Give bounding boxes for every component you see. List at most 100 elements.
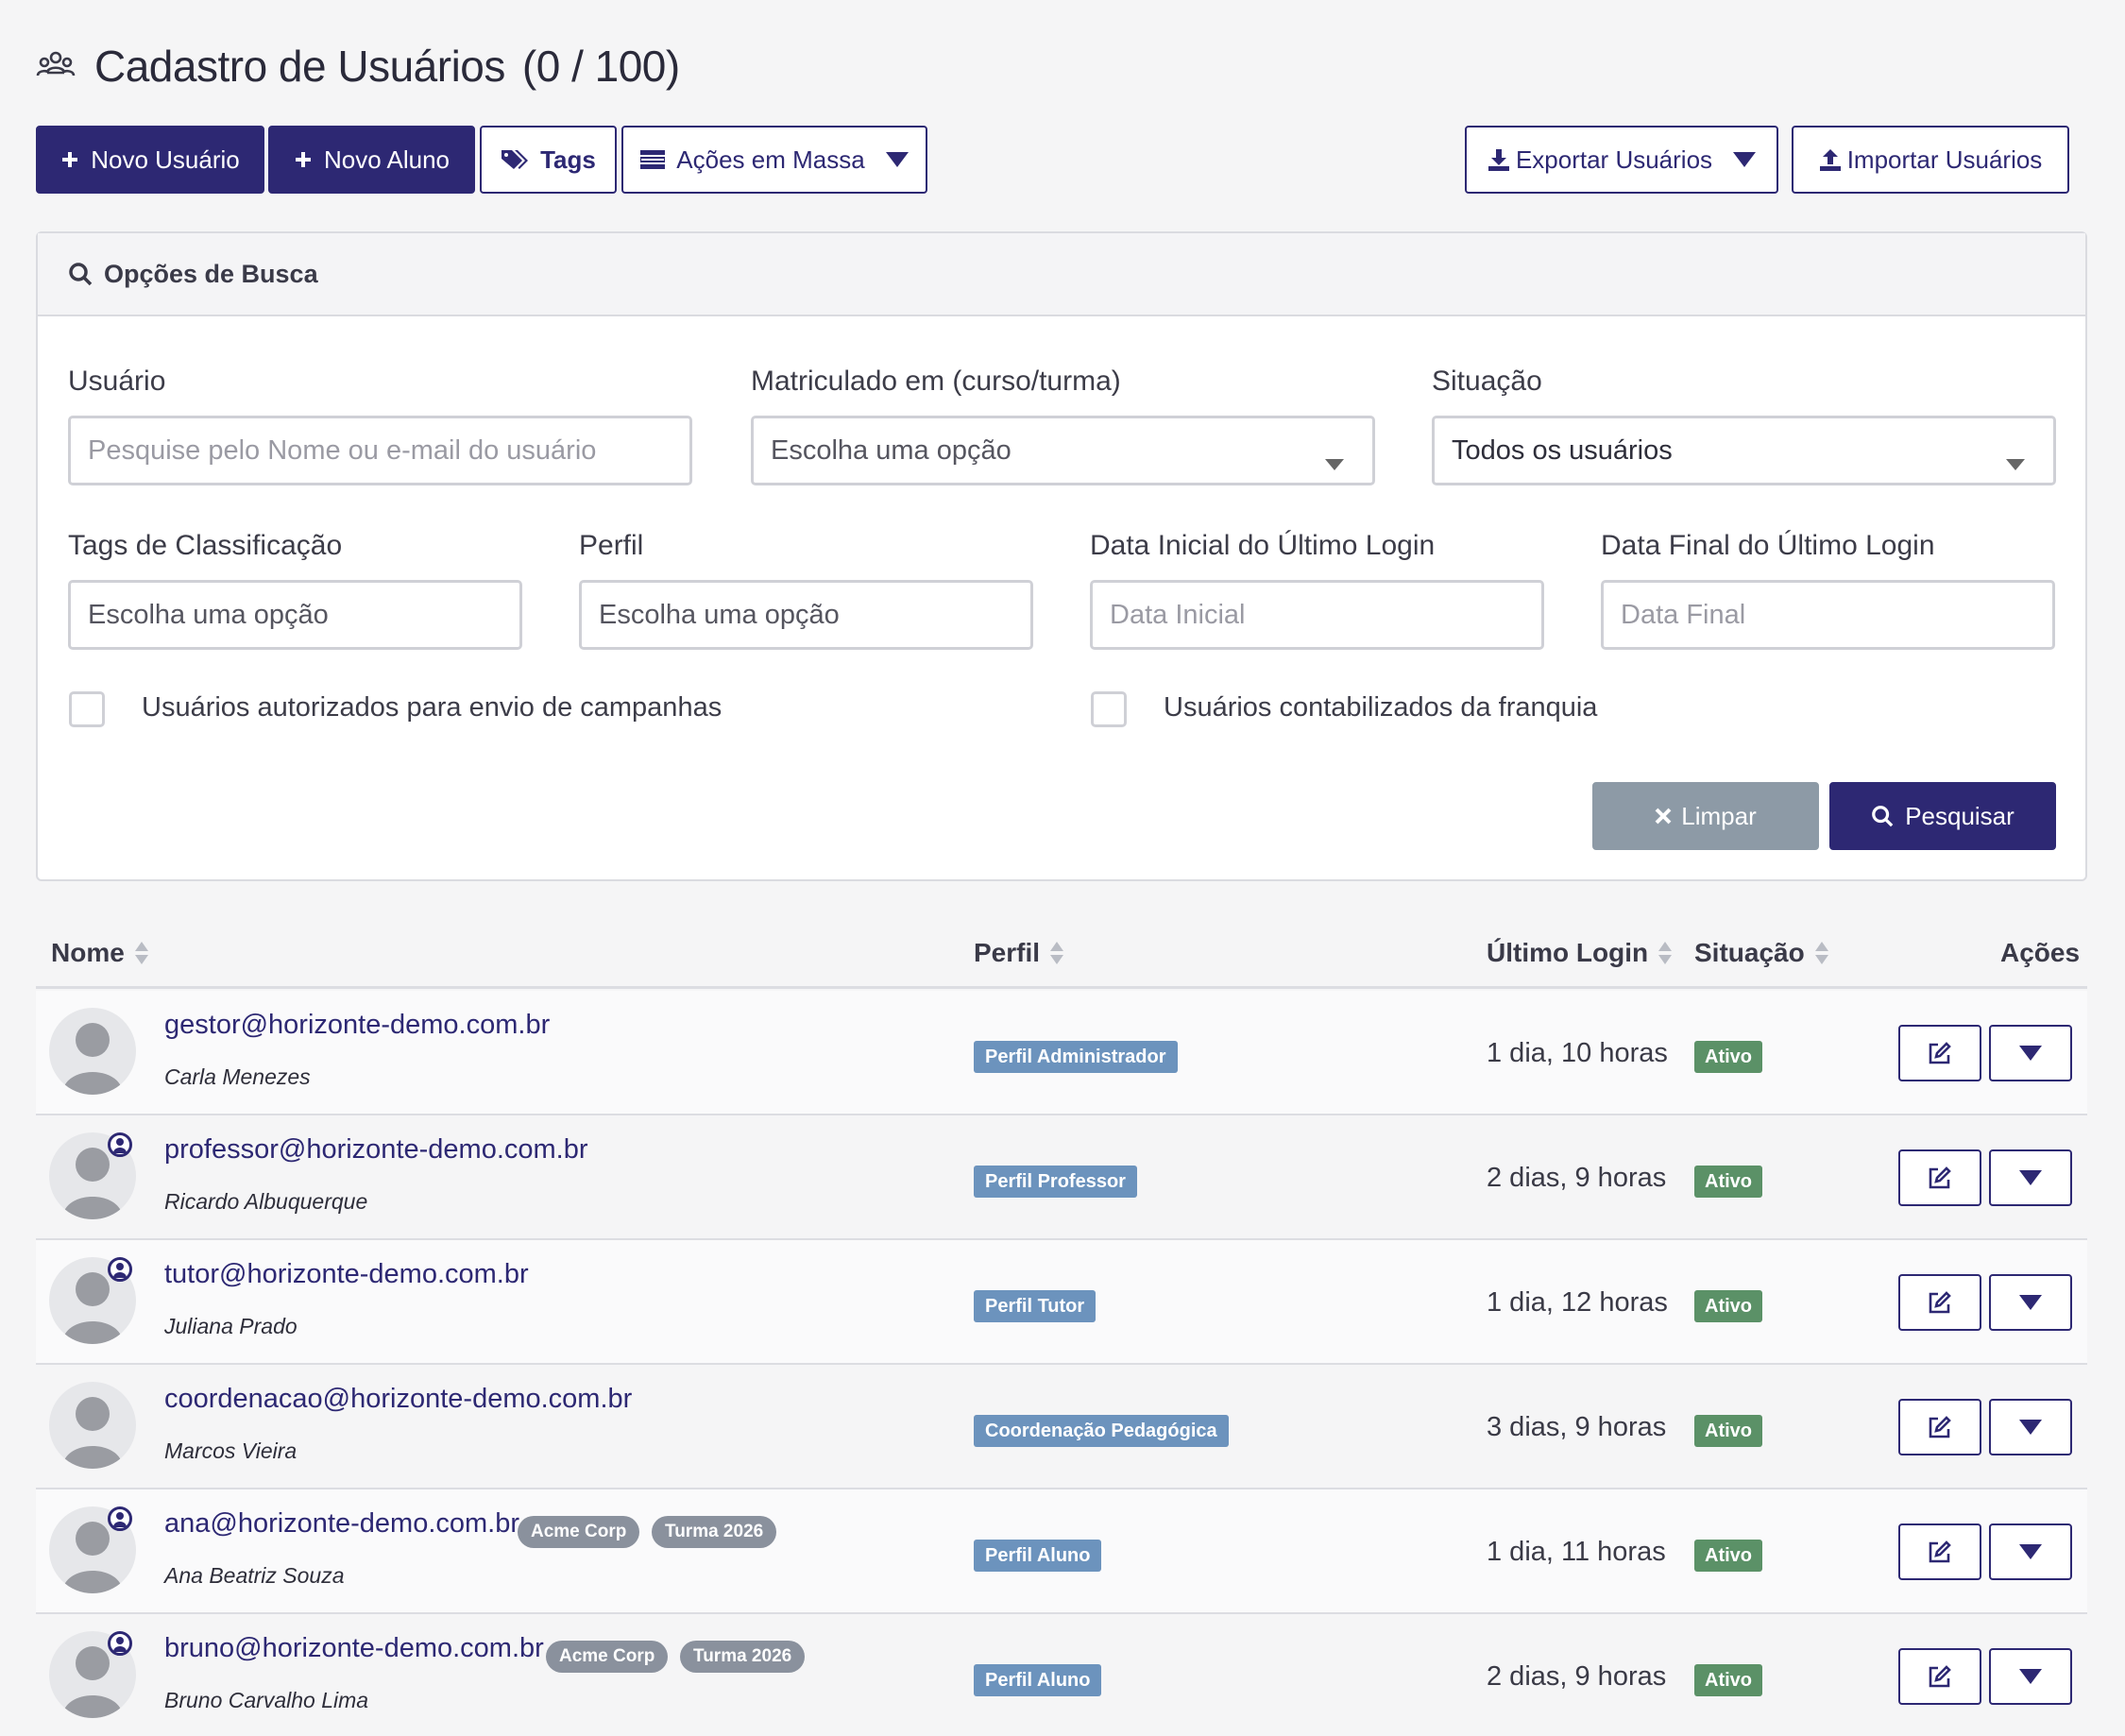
- user-email-link[interactable]: tutor@horizonte-demo.com.br: [164, 1259, 529, 1290]
- caret-down-icon: [885, 152, 909, 167]
- edit-icon: [1929, 1540, 1951, 1563]
- user-email-link[interactable]: coordenacao@horizonte-demo.com.br: [164, 1384, 632, 1415]
- new-student-button[interactable]: Novo Aluno: [268, 126, 475, 194]
- status-badge: Ativo: [1694, 1041, 1762, 1073]
- user-full-name: Carla Menezes: [164, 1064, 311, 1089]
- edit-button[interactable]: [1898, 1523, 1981, 1580]
- edit-icon: [1929, 1416, 1951, 1438]
- start-date-input[interactable]: Data Inicial: [1090, 580, 1544, 650]
- row-actions-dropdown[interactable]: [1989, 1648, 2072, 1705]
- search-panel: Opções de Busca Usuário Pesquise pelo No…: [36, 231, 2087, 881]
- sort-icon: [1049, 941, 1064, 965]
- last-login: 1 dia, 12 horas: [1487, 1287, 1668, 1318]
- caret-down-icon: [1325, 447, 1344, 478]
- search-label: Pesquisar: [1905, 801, 2014, 830]
- column-profile-label: Perfil: [974, 938, 1041, 967]
- import-users-button[interactable]: Importar Usuários: [1792, 126, 2069, 194]
- search-panel-title: Opções de Busca: [104, 259, 318, 288]
- table-row: ana@horizonte-demo.com.br Ana Beatriz Sou…: [36, 1489, 2087, 1614]
- caret-down-icon: [2019, 1544, 2042, 1559]
- user-email-link[interactable]: bruno@horizonte-demo.com.br: [164, 1633, 544, 1664]
- user-email-link[interactable]: professor@horizonte-demo.com.br: [164, 1134, 588, 1166]
- franchise-checkbox[interactable]: [1091, 691, 1127, 727]
- page-header: Cadastro de Usuários (0 / 100): [36, 38, 680, 94]
- new-student-label: Novo Aluno: [324, 145, 450, 174]
- status-select[interactable]: Todos os usuários: [1432, 416, 2056, 485]
- column-status-label: Situação: [1694, 938, 1805, 967]
- column-status[interactable]: Situação: [1694, 938, 1829, 968]
- clear-button[interactable]: Limpar: [1592, 782, 1819, 850]
- table-row: tutor@horizonte-demo.com.br Juliana Prado…: [36, 1240, 2087, 1365]
- bulk-actions-label: Ações em Massa: [676, 145, 865, 174]
- caret-down-icon: [2019, 1046, 2042, 1061]
- edit-button[interactable]: [1898, 1648, 1981, 1705]
- start-date-label: Data Inicial do Último Login: [1090, 530, 1436, 561]
- tags-button[interactable]: Tags: [480, 126, 617, 194]
- edit-button[interactable]: [1898, 1025, 1981, 1081]
- close-icon: [1655, 808, 1672, 825]
- campaign-checkbox-label: Usuários autorizados para envio de campa…: [142, 692, 722, 723]
- user-email-link[interactable]: gestor@horizonte-demo.com.br: [164, 1010, 550, 1041]
- search-panel-header: Opções de Busca: [38, 233, 2085, 316]
- tags-icon: [501, 148, 529, 171]
- franchise-checkbox-label: Usuários contabilizados da franquia: [1164, 692, 1598, 723]
- status-badge: Ativo: [1694, 1166, 1762, 1198]
- user-search-input[interactable]: Pesquise pelo Nome ou e-mail do usuário: [68, 416, 692, 485]
- row-actions-dropdown[interactable]: [1989, 1523, 2072, 1580]
- row-actions-dropdown[interactable]: [1989, 1025, 2072, 1081]
- status-select-value: Todos os usuários: [1452, 434, 1673, 466]
- user-badge-icon: [108, 1257, 132, 1282]
- row-actions-dropdown[interactable]: [1989, 1274, 2072, 1331]
- user-badge-icon: [108, 1631, 132, 1656]
- user-tag: Turma 2026: [680, 1641, 806, 1673]
- last-login: 1 dia, 10 horas: [1487, 1038, 1668, 1068]
- enrolled-select[interactable]: Escolha uma opção: [751, 416, 1375, 485]
- end-date-label: Data Final do Último Login: [1601, 530, 1935, 561]
- enrolled-select-value: Escolha uma opção: [771, 434, 1012, 466]
- user-tag: Acme Corp: [518, 1516, 640, 1548]
- plus-icon: [294, 150, 313, 169]
- last-login: 2 dias, 9 horas: [1487, 1163, 1667, 1193]
- toolbar: Novo Usuário Novo Aluno Tags Ações em Ma…: [36, 126, 2087, 194]
- user-field-label: Usuário: [68, 366, 166, 397]
- user-full-name: Marcos Vieira: [164, 1438, 298, 1463]
- status-field-label: Situação: [1432, 366, 1542, 397]
- export-users-dropdown[interactable]: Exportar Usuários: [1465, 126, 1778, 194]
- edit-button[interactable]: [1898, 1274, 1981, 1331]
- profile-select[interactable]: Escolha uma opção: [579, 580, 1033, 650]
- edit-icon: [1929, 1042, 1951, 1064]
- user-badge-icon: [108, 1132, 132, 1157]
- user-tag: Turma 2026: [652, 1516, 777, 1548]
- tags-select[interactable]: Escolha uma opção: [68, 580, 522, 650]
- profile-badge: Perfil Tutor: [974, 1290, 1096, 1322]
- user-email-link[interactable]: ana@horizonte-demo.com.br: [164, 1508, 519, 1540]
- bulk-actions-dropdown[interactable]: Ações em Massa: [621, 126, 927, 194]
- table-row: gestor@horizonte-demo.com.br Carla Meneze…: [36, 991, 2087, 1115]
- profile-badge: Perfil Professor: [974, 1166, 1137, 1198]
- upload-icon: [1819, 148, 1842, 171]
- user-full-name: Ricardo Albuquerque: [164, 1189, 368, 1214]
- list-icon: [640, 149, 666, 170]
- new-user-button[interactable]: Novo Usuário: [36, 126, 264, 194]
- edit-button[interactable]: [1898, 1149, 1981, 1206]
- column-profile[interactable]: Perfil: [974, 938, 1064, 968]
- tags-field-label: Tags de Classificação: [68, 530, 343, 561]
- user-full-name: Ana Beatriz Souza: [164, 1563, 345, 1588]
- search-button[interactable]: Pesquisar: [1829, 782, 2056, 850]
- row-actions-dropdown[interactable]: [1989, 1149, 2072, 1206]
- profile-field-label: Perfil: [579, 530, 644, 561]
- column-name-label: Nome: [51, 938, 125, 967]
- column-last-login[interactable]: Último Login: [1487, 938, 1673, 968]
- edit-button[interactable]: [1898, 1399, 1981, 1455]
- caret-down-icon: [2006, 447, 2025, 478]
- campaign-checkbox[interactable]: [69, 691, 105, 727]
- row-actions-dropdown[interactable]: [1989, 1399, 2072, 1455]
- status-badge: Ativo: [1694, 1290, 1762, 1322]
- user-full-name: Juliana Prado: [164, 1314, 298, 1338]
- last-login: 1 dia, 11 horas: [1487, 1537, 1666, 1567]
- end-date-input[interactable]: Data Final: [1601, 580, 2055, 650]
- import-users-label: Importar Usuários: [1846, 145, 2043, 174]
- column-actions: Ações: [2000, 938, 2080, 968]
- tags-label: Tags: [540, 145, 596, 174]
- column-name[interactable]: Nome: [51, 938, 149, 968]
